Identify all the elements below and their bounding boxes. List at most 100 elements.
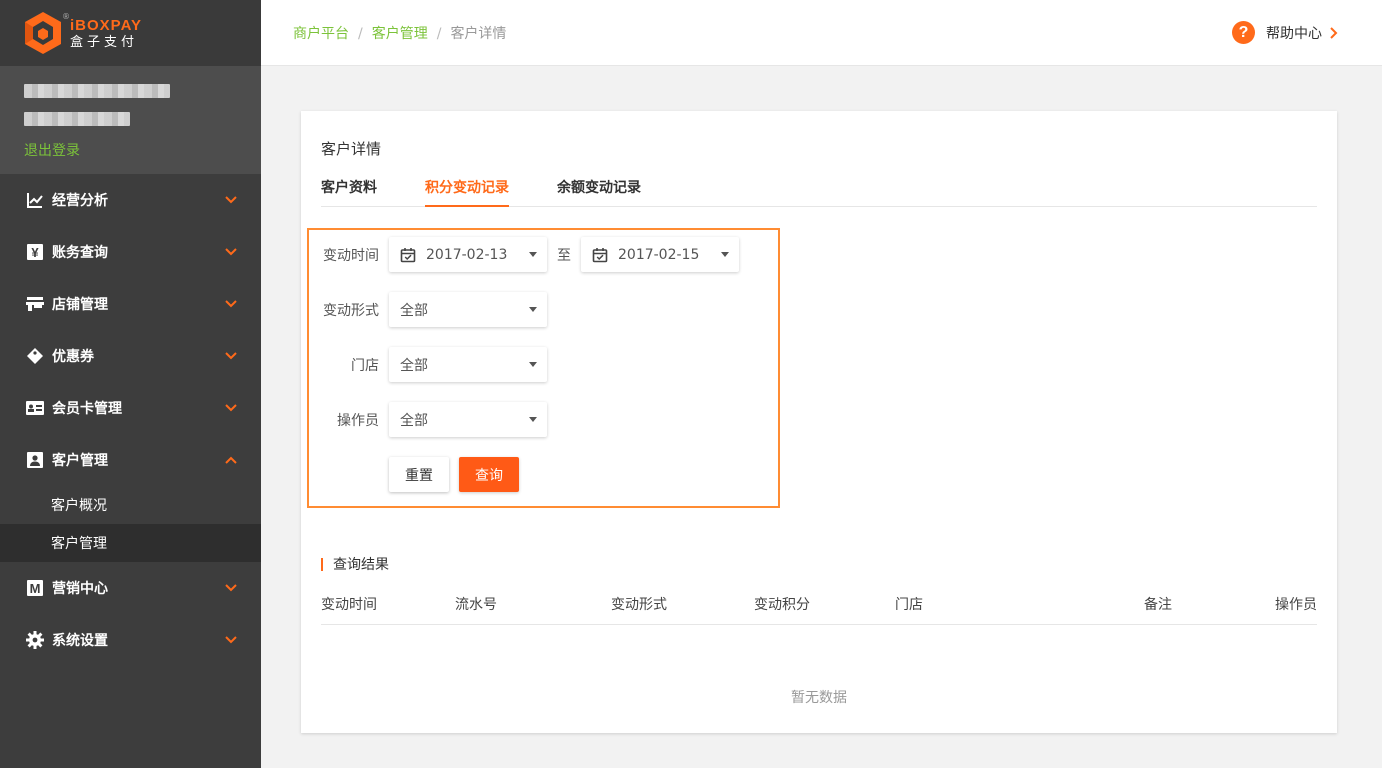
change-type-value: 全部 bbox=[400, 302, 428, 319]
column-header: 备注 bbox=[1144, 597, 1172, 613]
chevron-up-icon bbox=[225, 456, 237, 464]
brand-name-en: iBOXPAY bbox=[70, 16, 143, 34]
customer-detail-card: 客户详情 客户资料 积分变动记录 余额变动记录 变动时间 2017-02-13 … bbox=[301, 111, 1337, 733]
svg-text:¥: ¥ bbox=[31, 245, 39, 260]
chevron-down-icon bbox=[225, 352, 237, 360]
top-header: 商户平台 / 客户管理 / 客户详情 ? 帮助中心 bbox=[261, 0, 1382, 66]
sidebar-item-label: 系统设置 bbox=[52, 633, 108, 649]
sidebar-item-accounts[interactable]: ¥ 账务查询 bbox=[0, 226, 261, 278]
sidebar-item-analysis[interactable]: 经营分析 bbox=[0, 174, 261, 226]
column-header: 流水号 bbox=[455, 597, 497, 613]
filter-row-type: 变动形式 全部 bbox=[309, 292, 547, 327]
breadcrumb-separator: / bbox=[358, 25, 363, 42]
coupon-icon bbox=[26, 347, 44, 365]
sidebar-item-label: 营销中心 bbox=[52, 581, 108, 597]
help-icon: ? bbox=[1232, 21, 1255, 44]
results-title: 查询结果 bbox=[333, 557, 389, 573]
calendar-icon bbox=[400, 247, 416, 262]
filter-row-time: 变动时间 2017-02-13 至 2017-02-15 bbox=[309, 237, 739, 272]
customer-submenu: 客户概况 客户管理 bbox=[0, 486, 261, 562]
marketing-icon: M bbox=[26, 579, 44, 597]
page-title: 客户详情 bbox=[321, 140, 382, 158]
breadcrumb-separator: / bbox=[436, 25, 442, 42]
brand-name-cn: 盒子支付 bbox=[70, 34, 139, 50]
chevron-down-icon bbox=[225, 584, 237, 592]
reset-button[interactable]: 重置 bbox=[389, 457, 449, 492]
user-panel: 退出登录 bbox=[0, 66, 261, 174]
sidebar-item-marketing[interactable]: M 营销中心 bbox=[0, 562, 261, 614]
sidebar-item-member-cards[interactable]: 会员卡管理 bbox=[0, 382, 261, 434]
caret-down-icon bbox=[529, 252, 537, 257]
column-header: 变动时间 bbox=[321, 597, 377, 613]
chevron-down-icon bbox=[225, 300, 237, 308]
column-header: 门店 bbox=[895, 597, 923, 613]
breadcrumb-merchant-platform[interactable]: 商户平台 bbox=[293, 26, 349, 42]
chevron-right-icon bbox=[1330, 26, 1338, 39]
store-icon bbox=[26, 295, 44, 313]
svg-text:M: M bbox=[30, 581, 41, 596]
logout-link[interactable]: 退出登录 bbox=[24, 140, 261, 160]
column-header: 操作员 bbox=[1275, 597, 1317, 613]
breadcrumb-current: 客户详情 bbox=[450, 25, 507, 42]
caret-down-icon bbox=[529, 307, 537, 312]
filter-row-store: 门店 全部 bbox=[309, 347, 547, 382]
caret-down-icon bbox=[721, 252, 729, 257]
help-center-link[interactable]: ? 帮助中心 bbox=[1232, 21, 1338, 44]
filter-panel: 变动时间 2017-02-13 至 2017-02-15 变动形式 全部 门店 bbox=[307, 228, 780, 508]
chevron-down-icon bbox=[225, 636, 237, 644]
operator-label: 操作员 bbox=[337, 412, 379, 429]
empty-state-text: 暂无数据 bbox=[791, 690, 847, 706]
operator-select[interactable]: 全部 bbox=[389, 402, 547, 437]
filter-row-operator: 操作员 全部 bbox=[309, 402, 547, 437]
help-center-label: 帮助中心 bbox=[1266, 25, 1322, 42]
sidebar-item-label: 优惠券 bbox=[52, 349, 94, 365]
chevron-down-icon bbox=[225, 248, 237, 256]
logo-cube-icon bbox=[24, 11, 62, 55]
customer-icon bbox=[26, 451, 44, 469]
results-table-header: 变动时间 流水号 变动形式 变动积分 门店 备注 操作员 bbox=[321, 581, 1317, 625]
breadcrumb-customer-management[interactable]: 客户管理 bbox=[372, 26, 428, 42]
tab-balance-records[interactable]: 余额变动记录 bbox=[557, 177, 641, 207]
sidebar-item-coupons[interactable]: 优惠券 bbox=[0, 330, 261, 382]
caret-down-icon bbox=[529, 417, 537, 422]
yen-icon: ¥ bbox=[26, 243, 44, 261]
sidebar-item-customers[interactable]: 客户管理 bbox=[0, 434, 261, 486]
store-select[interactable]: 全部 bbox=[389, 347, 547, 382]
sidebar: ® iBOXPAY 盒子支付 退出登录 经营分析 ¥ 账务查询 店铺管理 优惠券… bbox=[0, 0, 261, 768]
change-time-label: 变动时间 bbox=[323, 247, 379, 264]
change-type-label: 变动形式 bbox=[323, 302, 379, 319]
caret-down-icon bbox=[529, 362, 537, 367]
member-card-icon bbox=[26, 399, 44, 417]
change-type-select[interactable]: 全部 bbox=[389, 292, 547, 327]
sidebar-item-label: 店铺管理 bbox=[52, 297, 108, 313]
column-header: 变动积分 bbox=[754, 597, 810, 613]
registered-mark: ® bbox=[62, 12, 70, 21]
sidebar-item-stores[interactable]: 店铺管理 bbox=[0, 278, 261, 330]
query-button[interactable]: 查询 bbox=[459, 457, 519, 492]
user-name-redacted bbox=[24, 84, 170, 98]
results-heading: 查询结果 bbox=[321, 554, 389, 574]
breadcrumb: 商户平台 / 客户管理 / 客户详情 bbox=[293, 23, 506, 43]
sidebar-subitem-customer-management[interactable]: 客户管理 bbox=[0, 524, 261, 562]
store-label: 门店 bbox=[351, 357, 379, 374]
chevron-down-icon bbox=[225, 196, 237, 204]
sidebar-item-label: 会员卡管理 bbox=[52, 401, 122, 417]
date-range-separator: 至 bbox=[557, 247, 571, 264]
logo[interactable]: ® iBOXPAY 盒子支付 bbox=[0, 0, 261, 66]
sidebar-item-label: 客户管理 bbox=[52, 453, 108, 469]
filter-actions: 重置 查询 bbox=[309, 457, 519, 492]
column-header: 变动形式 bbox=[611, 597, 667, 613]
gear-icon bbox=[26, 631, 44, 649]
start-date-picker[interactable]: 2017-02-13 bbox=[389, 237, 547, 272]
sidebar-item-settings[interactable]: 系统设置 bbox=[0, 614, 261, 666]
end-date-picker[interactable]: 2017-02-15 bbox=[581, 237, 739, 272]
end-date-value: 2017-02-15 bbox=[618, 246, 700, 263]
tab-points-records[interactable]: 积分变动记录 bbox=[425, 177, 509, 207]
calendar-icon bbox=[592, 247, 608, 262]
sidebar-subitem-customer-overview[interactable]: 客户概况 bbox=[0, 486, 261, 524]
heading-accent-bar bbox=[321, 557, 323, 571]
user-account-redacted bbox=[24, 112, 130, 126]
sidebar-menu: 经营分析 ¥ 账务查询 店铺管理 优惠券 会员卡管理 客户管理 客户概况 客户管… bbox=[0, 174, 261, 666]
chart-line-icon bbox=[26, 191, 44, 209]
tab-customer-info[interactable]: 客户资料 bbox=[321, 177, 377, 207]
